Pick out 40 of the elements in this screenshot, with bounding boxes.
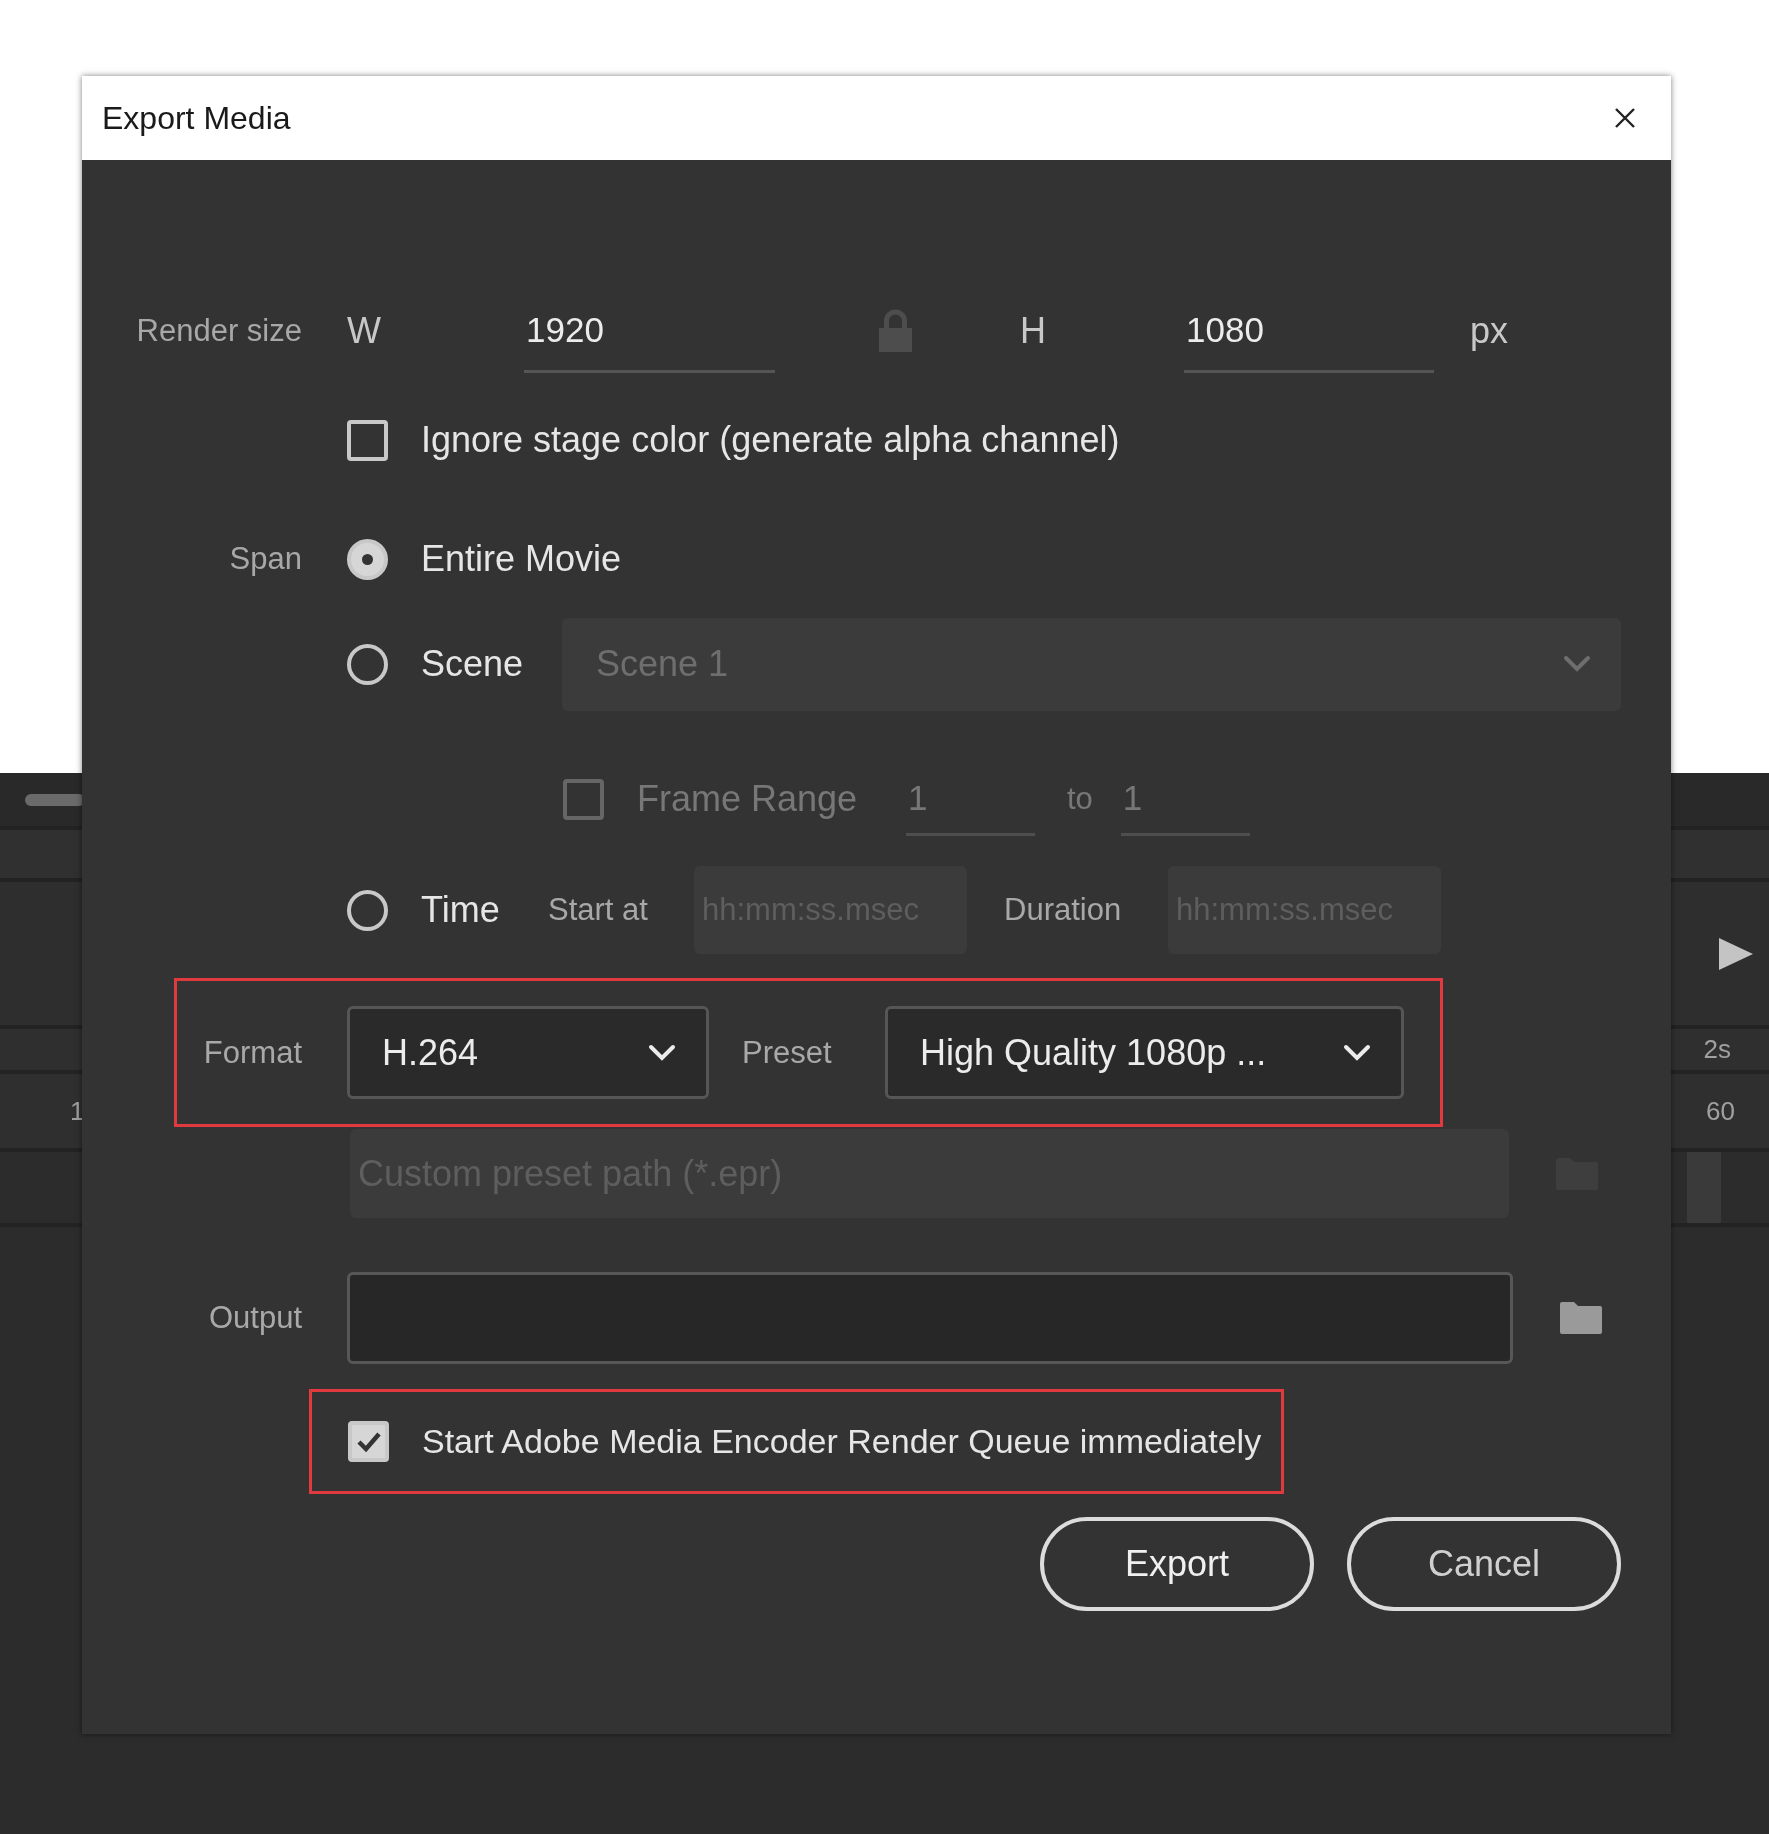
- field-label: Span: [229, 541, 302, 577]
- export-button[interactable]: Export: [1040, 1517, 1314, 1611]
- field-label: Duration: [1003, 892, 1123, 928]
- scrollbar-thumb[interactable]: [25, 793, 85, 806]
- ruler-label: 60: [1706, 1095, 1735, 1127]
- chevron-down-icon: [1343, 1043, 1371, 1062]
- field-label: Render size: [136, 313, 302, 349]
- to-label: to: [1067, 781, 1093, 817]
- radio-button[interactable]: [347, 889, 388, 931]
- unit-label: px: [1470, 310, 1509, 352]
- width-label: W: [347, 310, 382, 352]
- checkmark-icon: [355, 1430, 382, 1453]
- ruler-label: 1: [70, 1095, 85, 1127]
- checkbox[interactable]: [347, 419, 388, 461]
- checkbox-label: Frame Range: [637, 778, 859, 820]
- radio-label: Time: [421, 889, 501, 931]
- output-field[interactable]: [347, 1272, 1513, 1364]
- width-field[interactable]: 1920: [524, 289, 775, 373]
- checkbox[interactable]: [348, 1421, 389, 1462]
- play-icon[interactable]: [1717, 935, 1755, 972]
- radio-label: Scene: [421, 643, 525, 685]
- preset-dropdown[interactable]: High Quality 1080p ...: [885, 1006, 1404, 1099]
- ruler-label: 2s: [1703, 1034, 1731, 1065]
- field-label: Preset: [741, 1034, 833, 1071]
- format-dropdown[interactable]: H.264: [347, 1006, 709, 1099]
- folder-icon[interactable]: [1559, 1301, 1603, 1335]
- height-field[interactable]: 1080: [1184, 289, 1434, 373]
- chevron-down-icon: [1563, 655, 1591, 673]
- radio-label: Entire Movie: [421, 538, 622, 580]
- cancel-button[interactable]: Cancel: [1347, 1517, 1621, 1611]
- radio-button[interactable]: [347, 643, 388, 685]
- height-label: H: [1020, 310, 1047, 352]
- checkbox-label: Ignore stage color (generate alpha channel): [421, 419, 1120, 461]
- chevron-down-icon: [648, 1043, 676, 1062]
- window-title: Export Media: [102, 99, 291, 137]
- field-label: Start at: [548, 892, 649, 928]
- field-label: Output: [208, 1300, 302, 1336]
- radio-button[interactable]: [347, 538, 388, 580]
- field-label: Format: [203, 1034, 302, 1071]
- checkbox-label: Start Adobe Media Encoder Render Queue immediately: [422, 1422, 1262, 1461]
